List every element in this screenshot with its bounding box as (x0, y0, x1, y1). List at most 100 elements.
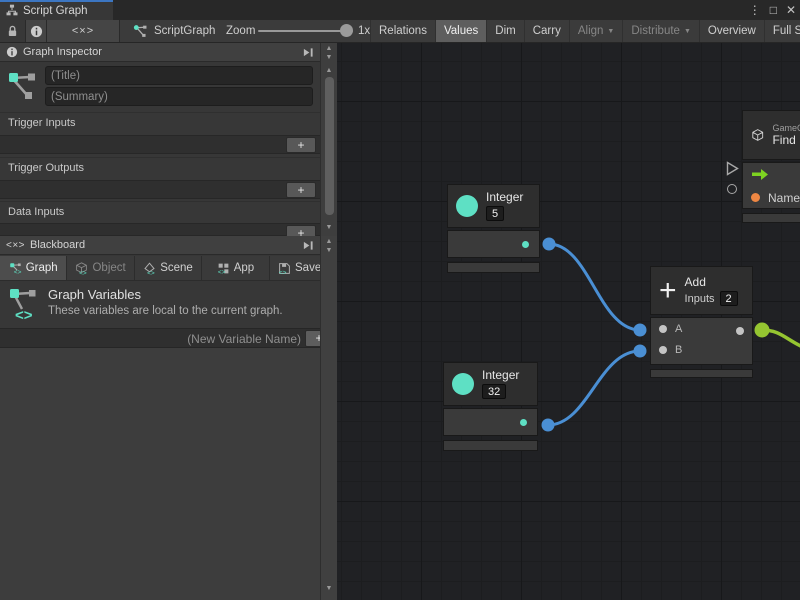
relations-button[interactable]: Relations (370, 20, 435, 42)
data-inputs-label: Data Inputs (8, 206, 64, 218)
pin-panel-icon[interactable] (302, 47, 314, 58)
graph-summary-input[interactable] (45, 87, 313, 106)
tab-scene[interactable]: <> Scene (135, 256, 202, 280)
data-inputs-list: + (0, 223, 320, 236)
add-trigger-output-button[interactable]: + (286, 182, 316, 198)
chevron-down-icon: ▼ (684, 28, 691, 35)
overview-button[interactable]: Overview (699, 20, 764, 42)
input-port-b[interactable] (659, 346, 667, 354)
svg-text:<>: <> (15, 307, 33, 324)
integer-type-icon (456, 195, 478, 217)
lock-button[interactable] (0, 20, 26, 42)
chevron-down-icon: ▼ (607, 28, 614, 35)
close-icon[interactable]: ✕ (786, 3, 796, 17)
blackboard-tabs: <> Graph <> Object <> Scene (0, 256, 337, 281)
graph-title-input[interactable] (45, 66, 313, 85)
scroll-down-icon[interactable]: ▼ (321, 224, 337, 232)
port-label: A (675, 323, 682, 335)
name-input-port[interactable] (751, 193, 760, 202)
trigger-inputs-list: + (0, 135, 320, 154)
port-label: B (675, 344, 682, 356)
tab-app[interactable]: <> App (202, 256, 269, 280)
svg-text:<>: <> (14, 269, 22, 275)
node-title: Integer (482, 368, 519, 382)
flow-input-port[interactable] (726, 161, 739, 181)
node-footer (443, 440, 538, 451)
blackboard-empty-area (0, 348, 337, 600)
input-port-a[interactable] (659, 325, 667, 333)
graph-variables-title: Graph Variables (48, 287, 283, 302)
scrollbar-thumb[interactable] (325, 77, 334, 215)
floppy-disk-icon: <> (278, 262, 291, 275)
distribute-dropdown[interactable]: Distribute ▼ (622, 20, 699, 42)
info-button[interactable] (26, 20, 47, 42)
integer-value-field[interactable]: 32 (482, 384, 506, 399)
graph-breadcrumb[interactable]: ScriptGraph (133, 20, 215, 42)
cube-icon: <> (75, 262, 88, 275)
inspector-scrollbar: ▲ ▼ ▲ ▼ (320, 43, 337, 236)
app-grid-icon: <> (217, 262, 230, 275)
align-dropdown[interactable]: Align ▼ (569, 20, 623, 42)
sidebar: Graph Inspector Trigger Inputs + T (0, 43, 337, 600)
values-button[interactable]: Values (435, 20, 486, 42)
divider (0, 201, 320, 202)
node-title: Integer (486, 190, 523, 204)
scroll-down-icon[interactable]: ▼ (321, 585, 337, 593)
dim-button[interactable]: Dim (486, 20, 523, 42)
node-integer-5[interactable]: Integer 5 (447, 184, 540, 273)
hierarchy-icon (6, 4, 18, 19)
code-view-button[interactable]: <×> (47, 20, 120, 42)
node-footer (742, 213, 800, 223)
pin-panel-icon[interactable] (302, 240, 314, 251)
carry-button[interactable]: Carry (524, 20, 569, 42)
output-port[interactable] (522, 241, 529, 248)
wire-endpoint (542, 419, 555, 432)
wire-integer32-to-add-b[interactable] (548, 351, 640, 425)
tab-script-graph[interactable]: Script Graph (0, 0, 113, 20)
window-tab-bar: Script Graph ⋮ □ ✕ (0, 0, 800, 20)
scroll-down-icon[interactable]: ▼ (321, 54, 337, 62)
scroll-up-icon[interactable]: ▲ (321, 67, 337, 75)
scroll-up-icon[interactable]: ▲ (321, 45, 337, 53)
new-variable-input[interactable] (6, 330, 301, 347)
integer-value-field[interactable]: 5 (486, 206, 504, 221)
zoom-slider-track[interactable] (258, 30, 353, 32)
tab-graph[interactable]: <> Graph (0, 256, 67, 280)
zoom-slider-knob[interactable] (340, 24, 353, 37)
graph-canvas[interactable]: Integer 5 Integer 32 (337, 43, 800, 600)
graph-type-icon (4, 69, 38, 108)
value-input-port[interactable] (727, 184, 737, 194)
port-label: Name (768, 191, 800, 205)
wire-endpoint (543, 238, 556, 251)
graph-inspector-header: Graph Inspector (0, 43, 320, 62)
output-port[interactable] (736, 327, 744, 335)
svg-text:<>: <> (147, 270, 155, 275)
maximize-icon[interactable]: □ (770, 3, 777, 17)
scene-icon: <> (143, 262, 156, 275)
graph-variables-description: These variables are local to the current… (48, 305, 283, 317)
script-graph-window: Script Graph ⋮ □ ✕ <×> (0, 0, 800, 600)
window-controls: ⋮ □ ✕ (749, 0, 796, 20)
trigger-inputs-label: Trigger Inputs (8, 117, 75, 129)
graph-variables-icon: <> (6, 287, 38, 325)
node-footer (650, 369, 753, 378)
zoom-label: Zoom (226, 20, 255, 42)
trigger-outputs-label: Trigger Outputs (8, 162, 84, 174)
scroll-up-icon[interactable]: ▲ (321, 238, 337, 246)
node-integer-32[interactable]: Integer 32 (443, 362, 538, 451)
graph-toolbar: <×> ScriptGraph Zoom 1x Relations Values… (0, 20, 800, 43)
node-add[interactable]: + Add Inputs 2 A B (650, 266, 753, 378)
wire-add-output[interactable] (762, 330, 800, 348)
inputs-count-field[interactable]: 2 (720, 291, 738, 306)
more-options-icon[interactable]: ⋮ (749, 3, 761, 17)
node-gameobject-find[interactable]: GameObject Find Name (742, 110, 800, 223)
scroll-down-icon[interactable]: ▼ (321, 247, 337, 255)
full-screen-button[interactable]: Full Screen (764, 20, 800, 42)
graph-tab-icon: <> (9, 262, 22, 275)
output-port[interactable] (520, 419, 527, 426)
add-trigger-input-button[interactable]: + (286, 137, 316, 153)
tab-object[interactable]: <> Object (67, 256, 134, 280)
wire-integer5-to-add-a[interactable] (549, 244, 640, 330)
inputs-label: Inputs (685, 293, 715, 305)
flow-arrow-port[interactable] (751, 168, 769, 181)
